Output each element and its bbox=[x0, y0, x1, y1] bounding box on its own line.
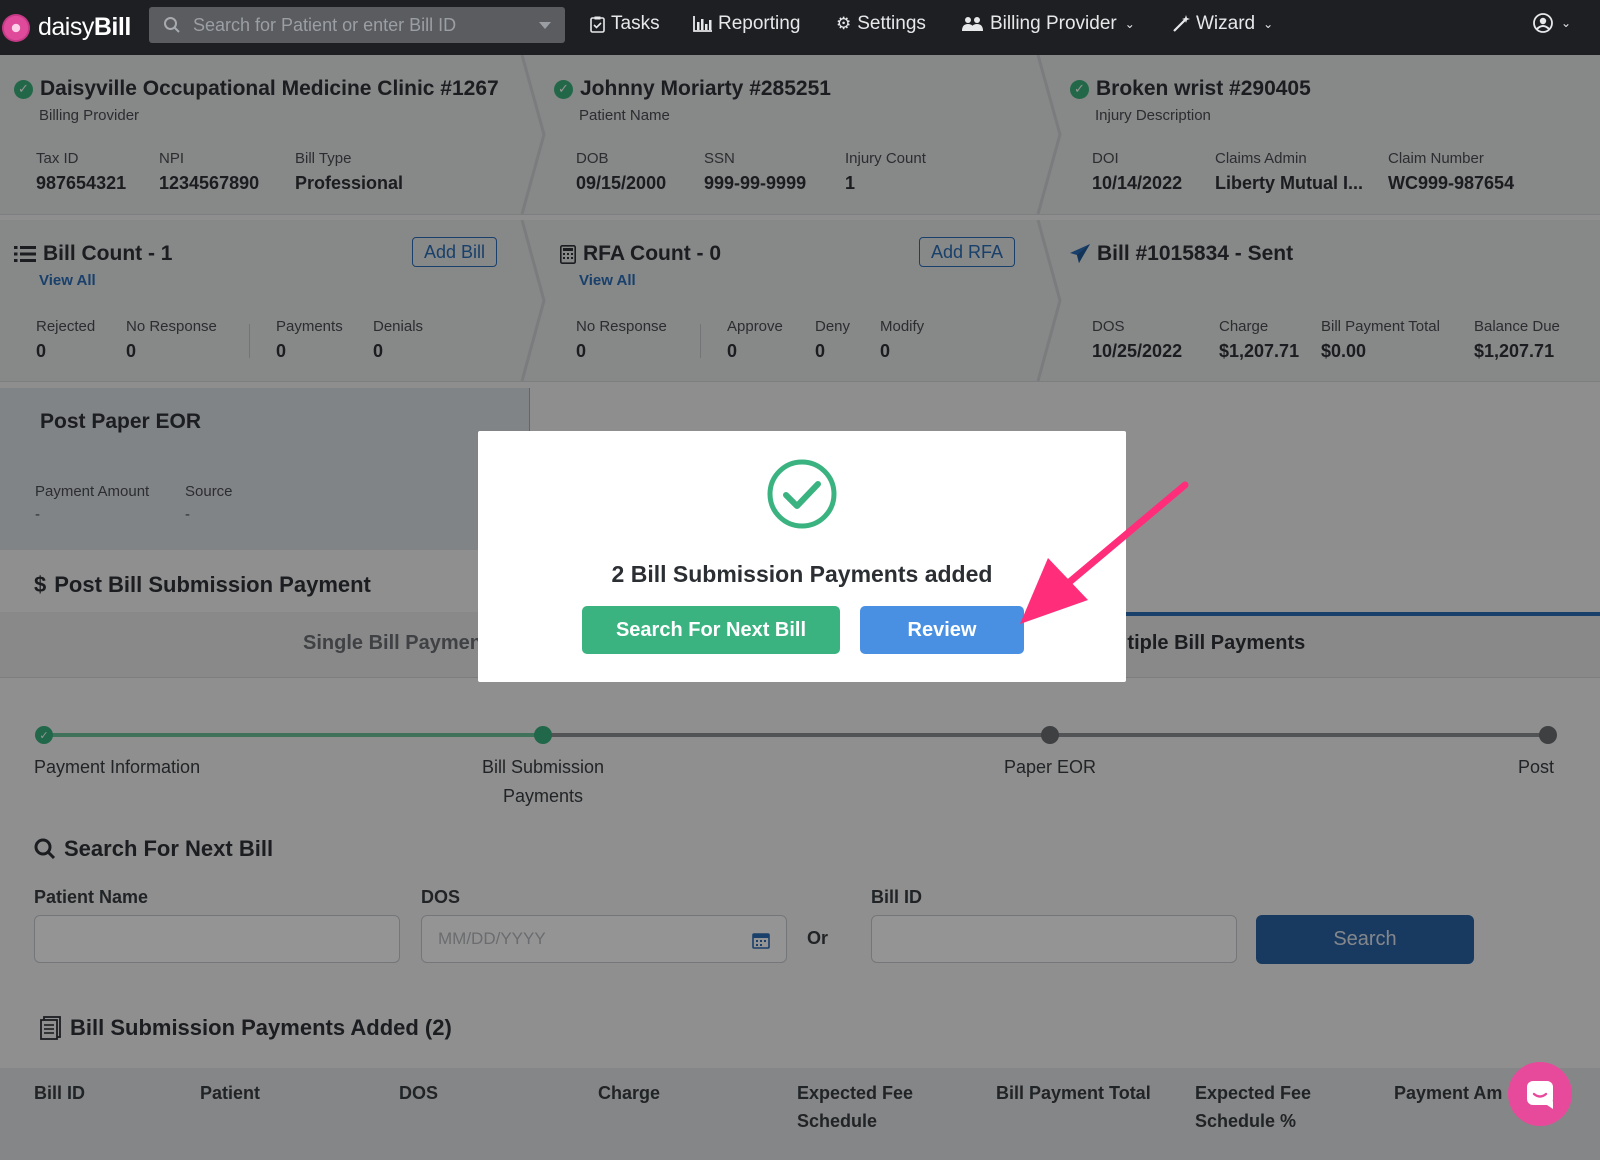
chevron-down-icon: ⌄ bbox=[1561, 16, 1572, 30]
nav-tasks[interactable]: Tasks bbox=[590, 13, 660, 35]
nav-wizard[interactable]: Wizard ⌄ bbox=[1172, 13, 1273, 35]
nav-billing-provider[interactable]: Billing Provider ⌄ bbox=[962, 13, 1135, 35]
nav-reporting-label: Reporting bbox=[718, 13, 801, 34]
nav-tasks-label: Tasks bbox=[611, 13, 660, 34]
users-icon bbox=[962, 17, 983, 31]
nav-reporting[interactable]: Reporting bbox=[693, 13, 800, 35]
pointer-arrow-annotation bbox=[1020, 481, 1189, 624]
gear-icon: ⚙ bbox=[836, 14, 852, 33]
top-navbar: daisyBill Search for Patient or enter Bi… bbox=[0, 0, 1600, 55]
magic-wand-icon bbox=[1173, 15, 1190, 32]
nav-settings[interactable]: ⚙ Settings bbox=[836, 13, 926, 35]
brand[interactable]: daisyBill bbox=[0, 13, 140, 42]
search-for-next-bill-button[interactable]: Search For Next Bill bbox=[582, 606, 840, 654]
global-search-input[interactable]: Search for Patient or enter Bill ID bbox=[149, 7, 565, 43]
chevron-down-icon: ⌄ bbox=[1124, 17, 1135, 31]
search-icon bbox=[164, 17, 180, 33]
clipboard-check-icon bbox=[590, 16, 605, 33]
caret-down-icon[interactable] bbox=[539, 22, 551, 29]
nav-settings-label: Settings bbox=[857, 13, 926, 34]
daisy-logo-icon bbox=[2, 13, 30, 42]
user-menu[interactable]: ⌄ bbox=[1533, 13, 1571, 33]
chat-launcher-button[interactable] bbox=[1508, 1062, 1572, 1126]
nav-wizard-label: Wizard bbox=[1196, 13, 1256, 34]
brand-name: daisyBill bbox=[38, 13, 131, 41]
chat-icon bbox=[1527, 1081, 1553, 1109]
bar-chart-icon bbox=[693, 16, 712, 32]
success-check-icon bbox=[767, 459, 837, 529]
search-placeholder: Search for Patient or enter Bill ID bbox=[193, 14, 457, 35]
chevron-down-icon: ⌄ bbox=[1263, 17, 1274, 31]
user-circle-icon bbox=[1533, 13, 1553, 33]
nav-billing-provider-label: Billing Provider bbox=[990, 13, 1117, 34]
